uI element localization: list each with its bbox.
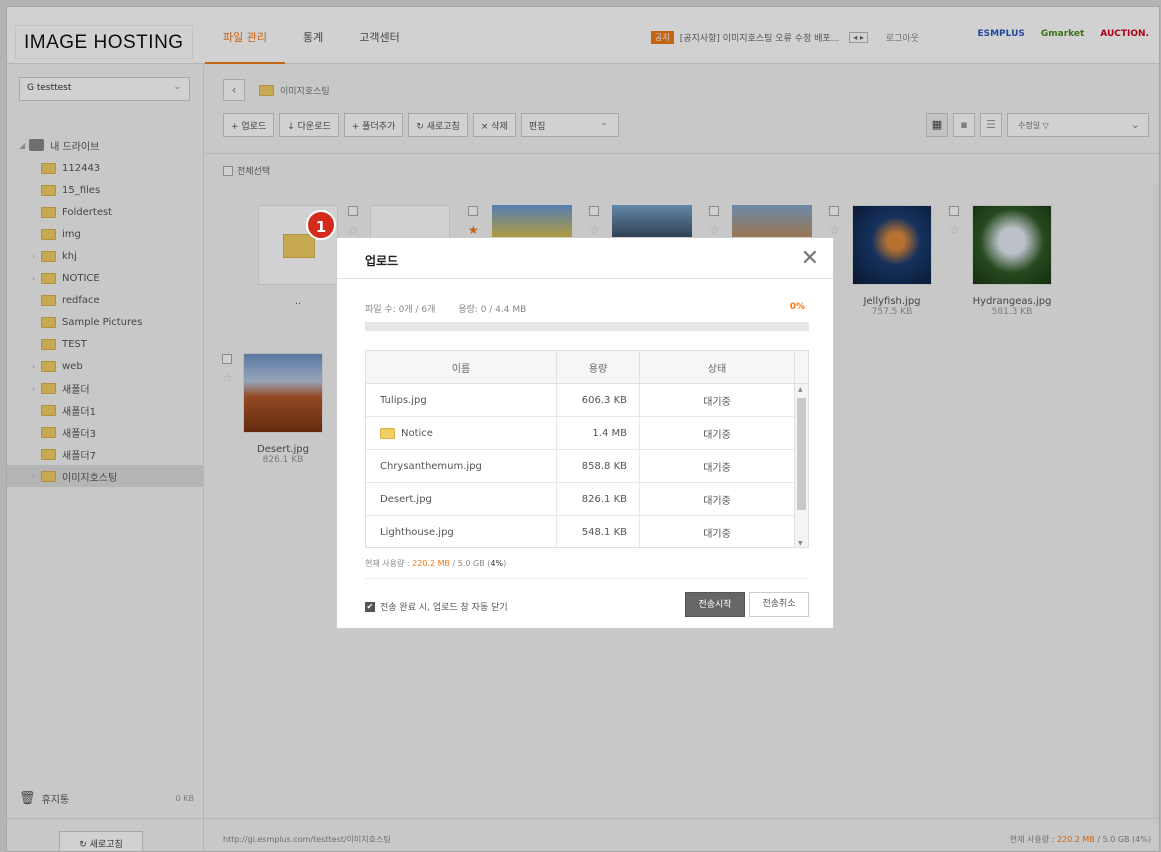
cell-status: 대기중 xyxy=(640,417,795,449)
cell-status: 대기중 xyxy=(640,450,795,482)
column-size[interactable]: 용량 xyxy=(557,351,640,383)
table-scrollbar[interactable]: ▲ ▼ xyxy=(794,384,808,547)
dialog-divider xyxy=(365,578,809,579)
auto-close-checkbox[interactable]: ✔ xyxy=(365,601,375,612)
dialog-usage-value: 220.2 MB xyxy=(412,559,450,568)
cell-size: 606.3 KB xyxy=(557,384,640,416)
table-row[interactable]: Notice 1.4 MB 대기중 xyxy=(366,417,808,450)
progress-percent: 0% xyxy=(789,302,805,312)
cell-name-text: Tulips.jpg xyxy=(380,394,427,406)
dialog-usage-close: ) xyxy=(503,559,507,568)
progress-bar xyxy=(365,322,809,331)
upload-summary: 파일 수: 0개 / 6개 용량: 0 / 4.4 MB xyxy=(365,302,526,315)
cell-status: 대기중 xyxy=(640,384,795,416)
file-count: 파일 수: 0개 / 6개 xyxy=(365,305,436,315)
cell-size: 858.8 KB xyxy=(557,450,640,482)
table-row[interactable]: Tulips.jpg 606.3 KB 대기중 xyxy=(366,384,808,417)
auto-close-option[interactable]: ✔ 전송 완료 시, 업로드 창 자동 닫기 xyxy=(365,600,508,613)
cell-size: 826.1 KB xyxy=(557,483,640,515)
upload-capacity: 용량: 0 / 4.4 MB xyxy=(458,305,527,315)
cell-name: Tulips.jpg xyxy=(366,384,557,416)
cell-name: Chrysanthemum.jpg xyxy=(366,450,557,482)
table-row[interactable]: Chrysanthemum.jpg 858.8 KB 대기중 xyxy=(366,450,808,483)
cell-status: 대기중 xyxy=(640,516,795,547)
cell-name: Notice xyxy=(366,417,557,449)
step-badge: 1 xyxy=(306,210,336,240)
table-body: Tulips.jpg 606.3 KB 대기중 Notice 1.4 MB 대기중 Chry… xyxy=(366,384,808,547)
cell-name-text: Desert.jpg xyxy=(380,493,432,505)
scroll-thumb[interactable] xyxy=(797,398,806,510)
dialog-usage-label: 현재 사용량 : xyxy=(365,559,410,568)
cell-size: 1.4 MB xyxy=(557,417,640,449)
upload-file-table: 이름 용량 상태 Tulips.jpg 606.3 KB 대기중 Notice 1.4 … xyxy=(365,350,809,548)
dialog-usage: 현재 사용량 : 220.2 MB / 5.0 GB (4%) xyxy=(365,558,506,569)
cell-status: 대기중 xyxy=(640,483,795,515)
dialog-usage-total: / 5.0 GB ( xyxy=(452,559,491,568)
table-row[interactable]: Desert.jpg 826.1 KB 대기중 xyxy=(366,483,808,516)
column-name[interactable]: 이름 xyxy=(366,351,557,383)
start-transfer-button[interactable]: 전송시작 xyxy=(685,592,745,617)
cell-name-text: Chrysanthemum.jpg xyxy=(380,460,482,472)
upload-dialog: 업로드 ✕ 파일 수: 0개 / 6개 용량: 0 / 4.4 MB 0% 이름… xyxy=(336,237,834,629)
cancel-transfer-button[interactable]: 전송취소 xyxy=(749,592,809,617)
column-status[interactable]: 상태 xyxy=(640,351,795,383)
cell-name: Desert.jpg xyxy=(366,483,557,515)
cell-name-text: Notice xyxy=(401,427,433,439)
cell-name: Lighthouse.jpg xyxy=(366,516,557,547)
auto-close-label: 전송 완료 시, 업로드 창 자동 닫기 xyxy=(380,603,508,613)
scroll-down-icon[interactable]: ▼ xyxy=(798,540,803,547)
cell-name-text: Lighthouse.jpg xyxy=(380,526,454,538)
cell-size: 548.1 KB xyxy=(557,516,640,547)
dialog-divider xyxy=(337,278,833,279)
table-row[interactable]: Lighthouse.jpg 548.1 KB 대기중 xyxy=(366,516,808,547)
dialog-usage-pct: 4% xyxy=(490,559,504,568)
close-icon[interactable]: ✕ xyxy=(801,246,819,271)
folder-icon xyxy=(380,427,395,439)
scroll-up-icon[interactable]: ▲ xyxy=(798,386,803,393)
table-header: 이름 용량 상태 xyxy=(366,351,808,384)
dialog-title: 업로드 xyxy=(365,254,399,268)
